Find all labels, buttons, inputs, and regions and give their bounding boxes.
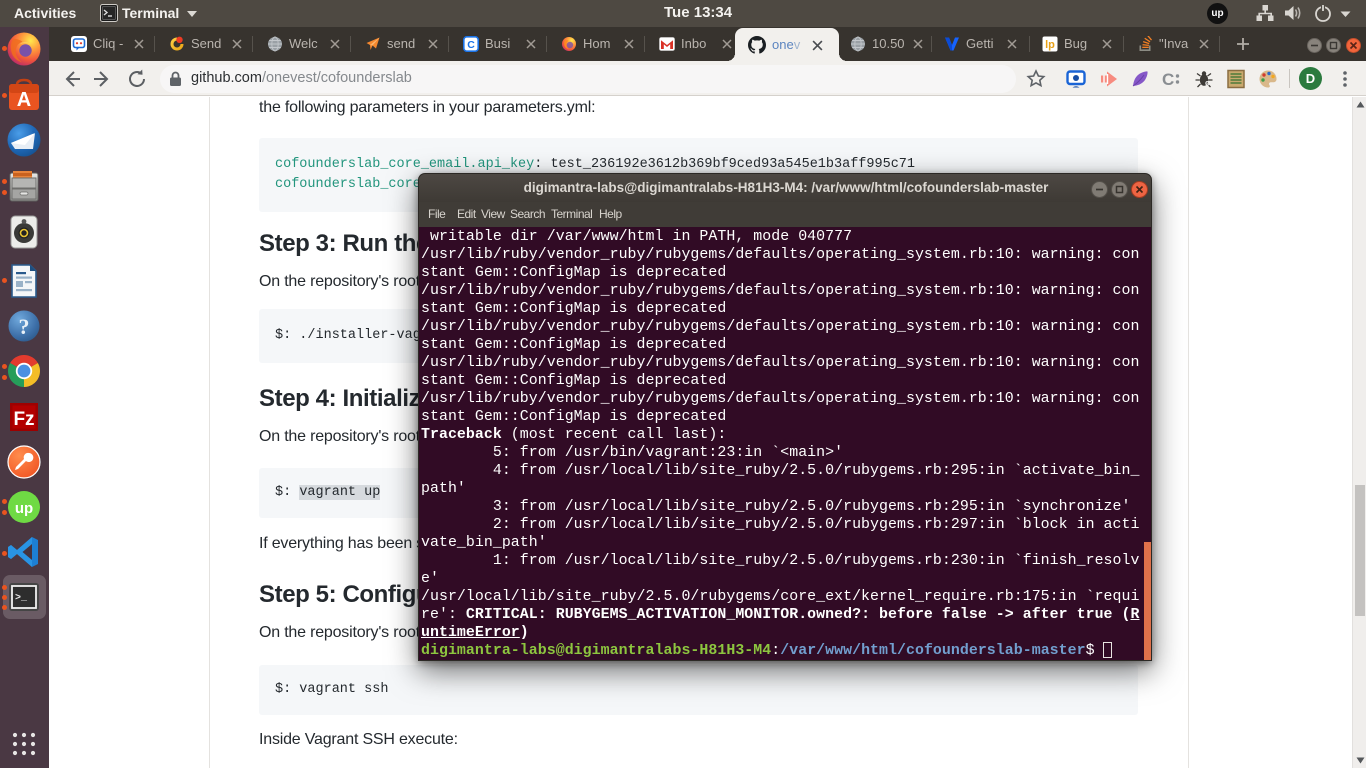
svg-text:lp: lp <box>1045 39 1055 51</box>
svg-text:Fz: Fz <box>13 409 34 430</box>
svg-text:c: c <box>1205 78 1210 88</box>
svg-text:>_: >_ <box>15 593 28 604</box>
svg-text:A: A <box>17 89 31 111</box>
svg-text:?: ? <box>19 314 30 339</box>
svg-text:C: C <box>1162 70 1174 89</box>
svg-text:C: C <box>467 39 475 51</box>
svg-text:up: up <box>15 500 33 517</box>
